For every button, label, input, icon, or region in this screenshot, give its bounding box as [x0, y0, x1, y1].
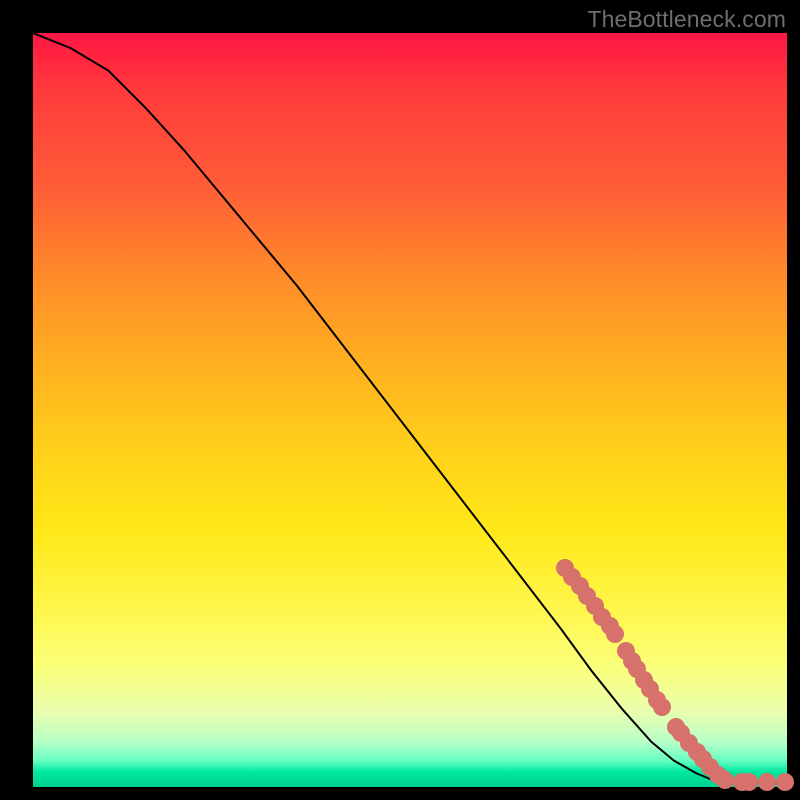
curve-line: [33, 33, 787, 783]
data-point: [758, 773, 776, 791]
data-point: [716, 771, 734, 789]
data-point: [606, 625, 624, 643]
data-point: [776, 773, 794, 791]
watermark-text: TheBottleneck.com: [587, 6, 786, 33]
data-point: [740, 773, 758, 791]
chart-frame: TheBottleneck.com: [0, 0, 800, 800]
data-point: [653, 698, 671, 716]
plot-area: [33, 33, 787, 787]
curve-svg: [33, 33, 787, 787]
